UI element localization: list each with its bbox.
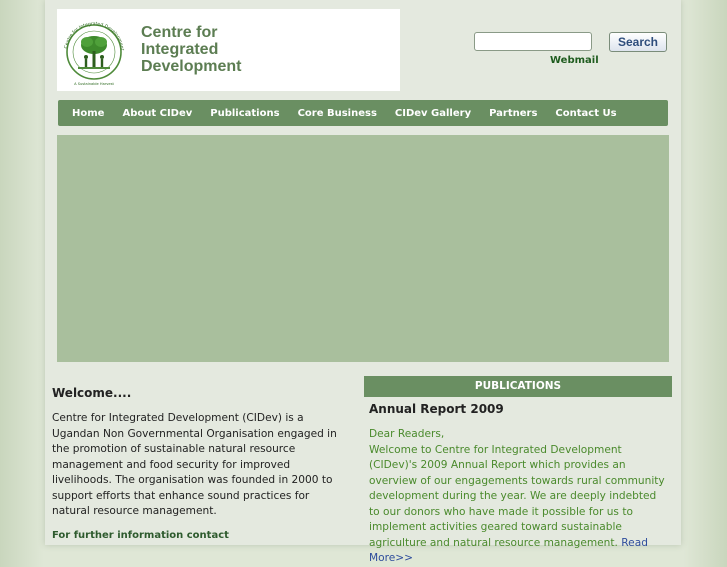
cidev-emblem-icon: Centre for Integrated Development A Sust… <box>63 21 125 86</box>
search-input[interactable] <box>474 32 592 51</box>
nav-item-gallery[interactable]: CIDev Gallery <box>395 108 471 119</box>
publication-title: Annual Report 2009 <box>369 402 504 416</box>
logo-line-3: Development <box>141 58 242 75</box>
site-logo[interactable]: Centre for Integrated Development A Sust… <box>57 9 400 91</box>
hero-banner <box>57 135 669 362</box>
logo-line-2: Integrated <box>141 41 219 58</box>
emblem-tagline: A Sustainable Harvest <box>74 82 114 86</box>
nav-item-publications[interactable]: Publications <box>210 108 279 119</box>
logo-text: Centre for Integrated Development <box>141 24 341 75</box>
search-button[interactable]: Search <box>609 32 667 52</box>
nav-list: Home About CIDev Publications Core Busin… <box>58 100 668 126</box>
logo-line-1: Centre for <box>141 24 218 41</box>
nav-item-partners[interactable]: Partners <box>489 108 537 119</box>
nav-item-home[interactable]: Home <box>72 108 104 119</box>
publication-summary: Welcome to Centre for Integrated Develop… <box>369 443 669 567</box>
webmail-link[interactable]: Webmail <box>550 55 599 66</box>
publication-greeting: Dear Readers, <box>369 428 445 440</box>
page-container: Centre for Integrated Development A Sust… <box>45 0 681 564</box>
nav-item-about[interactable]: About CIDev <box>122 108 192 119</box>
publication-body: Dear Readers, Welcome to Centre for Inte… <box>369 427 669 567</box>
welcome-text: Centre for Integrated Development (CIDev… <box>52 412 337 517</box>
welcome-title: Welcome.... <box>52 386 132 400</box>
publication-summary-text: Welcome to Centre for Integrated Develop… <box>369 443 665 549</box>
nav-item-core-business[interactable]: Core Business <box>298 108 377 119</box>
nav-item-contact[interactable]: Contact Us <box>555 108 616 119</box>
publications-header: PUBLICATIONS <box>364 376 672 397</box>
main-nav: Home About CIDev Publications Core Busin… <box>58 100 668 126</box>
contact-info-link[interactable]: For further information contact <box>52 530 229 541</box>
